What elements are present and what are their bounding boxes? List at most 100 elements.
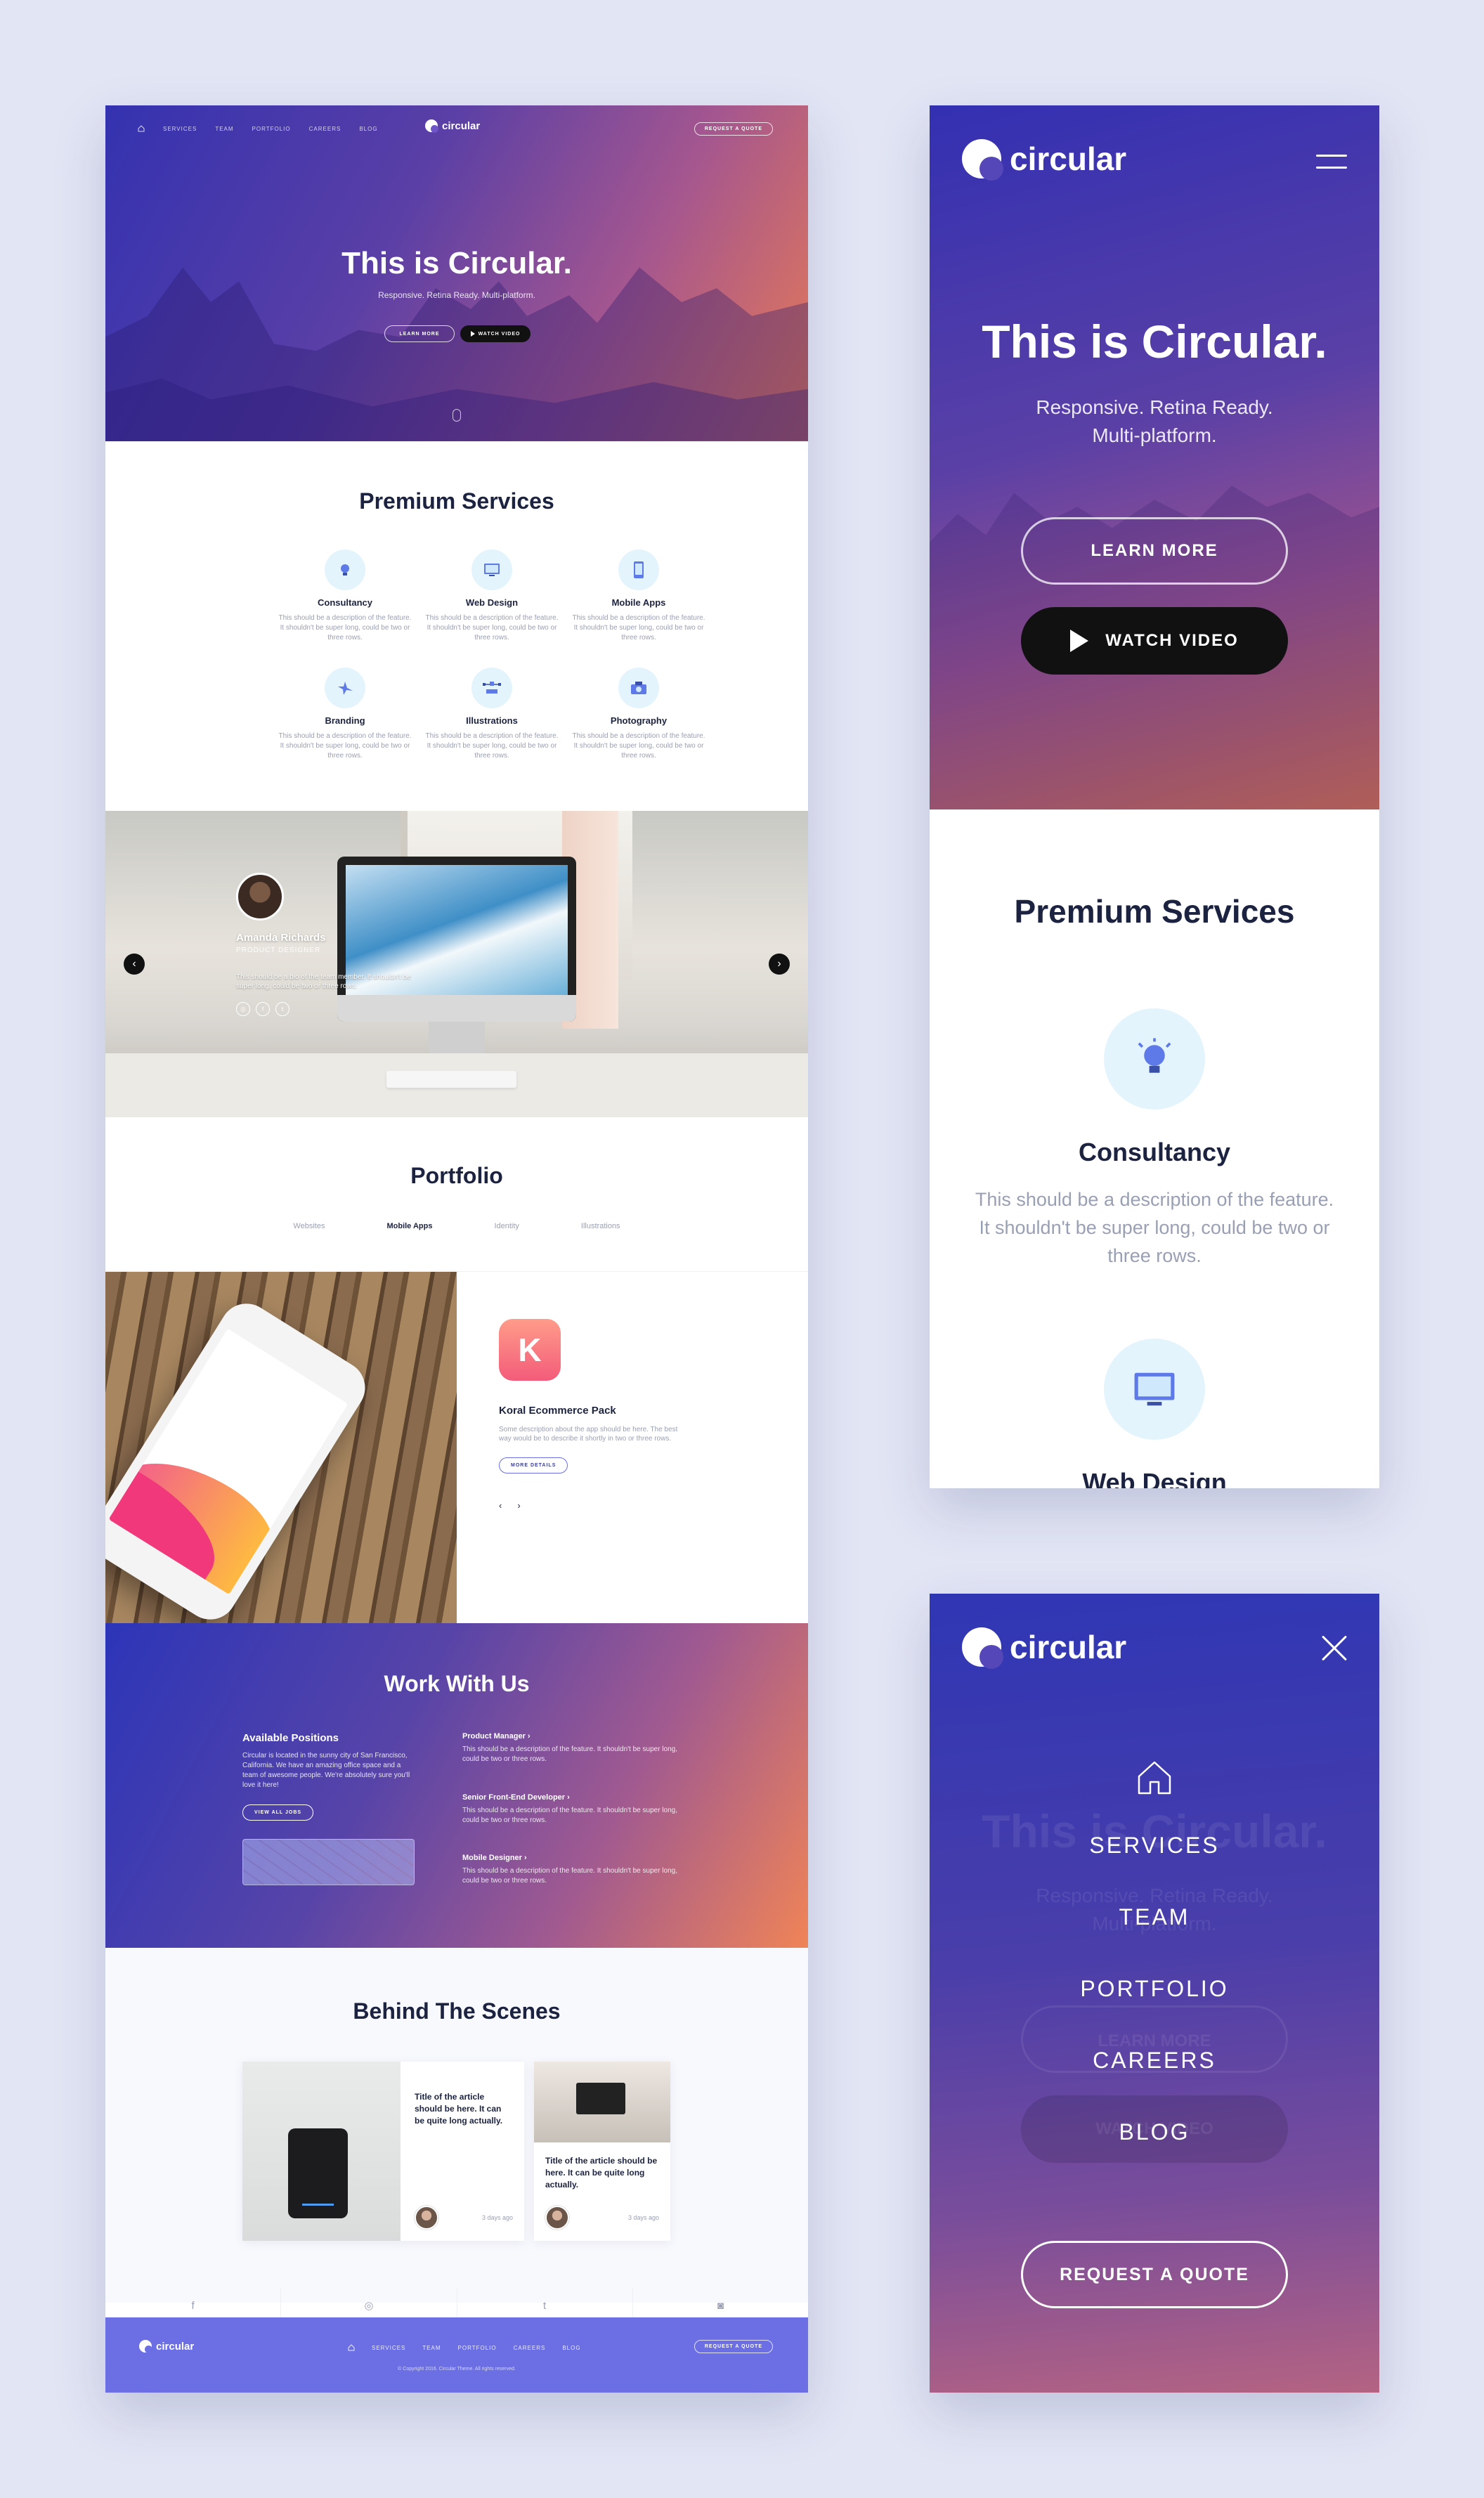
footer-logo[interactable]: circular [139,2340,194,2353]
hero-subtitle: Responsive. Retina Ready. Multi-platform… [1036,396,1273,446]
chevron-left-icon: ‹ [132,958,136,970]
mobile-hero: circular This is Circular. Responsive. R… [930,105,1379,809]
view-all-jobs-button[interactable]: View all jobs [242,1804,314,1821]
play-icon [470,331,475,337]
team-slider: Amanda Richards Product Designer This sh… [105,811,808,1117]
nav-services[interactable]: Services [163,126,197,132]
work-with-us-section: Work With Us Available Positions Circula… [105,1623,808,1948]
service-desc: This should be a description of the feat… [425,614,559,642]
scroll-indicator-icon[interactable] [453,409,461,422]
close-icon[interactable] [1320,1634,1348,1663]
service-desc: This should be a description of the feat… [572,614,705,642]
footer-nav-careers[interactable]: Careers [514,2345,546,2351]
nav-portfolio[interactable]: Portfolio [252,126,291,132]
chevron-right-icon[interactable]: › [517,1500,520,1511]
home-icon[interactable] [138,125,145,132]
dribbble-icon[interactable]: ◎ [236,1002,250,1016]
footer-nav-team[interactable]: Team [422,2345,441,2351]
home-icon[interactable] [348,2344,355,2351]
service-name: Photography [610,715,668,726]
service-web-design: Web Design [972,1339,1337,1488]
nav-team[interactable]: Team [215,126,233,132]
service-web-design: Web Design This should be a description … [425,549,559,643]
article-date: 3 days ago [481,2214,513,2221]
tab-illustrations[interactable]: Illustrations [581,1222,620,1230]
mountains-illustration [930,486,1379,809]
menu-item-blog[interactable]: Blog [930,2096,1379,2168]
logo-icon [425,119,438,133]
job-mobile-designer[interactable]: Mobile Designer › This should be a descr… [462,1854,680,1886]
facebook-icon[interactable]: f [256,1002,270,1016]
portfolio-tabs: Websites Mobile Apps Identity Illustrati… [105,1222,808,1230]
available-positions: Available Positions Circular is located … [242,1732,418,1885]
service-name: Consultancy [1078,1138,1231,1166]
slider-prev-button[interactable]: ‹ [124,954,145,975]
hamburger-menu-icon[interactable] [1316,155,1347,169]
logo-icon [962,139,1003,181]
chevron-left-icon[interactable]: ‹ [499,1500,502,1511]
tab-websites[interactable]: Websites [293,1222,325,1230]
brand-name: circular [156,2340,195,2353]
office-map[interactable] [242,1839,415,1885]
branding-icon [338,682,353,695]
service-desc: This should be a description of the feat… [425,732,559,760]
watch-video-label: Watch video [1105,631,1239,650]
article-date: 3 days ago [627,2214,659,2221]
portfolio-item-desc: Some description about the app should be… [499,1426,678,1443]
brand-logo[interactable]: circular [962,1627,1126,1669]
imac-stand [429,1022,485,1053]
request-quote-button[interactable]: Request a quote [694,122,773,136]
footer-nav-portfolio[interactable]: Portfolio [458,2345,497,2351]
service-desc: This should be a description of the feat… [975,1189,1334,1266]
team-member-name: Amanda Richards [236,932,326,944]
job-senior-frontend[interactable]: Senior Front-End Developer › This should… [462,1793,680,1826]
play-icon [1070,630,1089,652]
nav-careers[interactable]: Careers [309,126,341,132]
team-member-card: Amanda Richards Product Designer This sh… [236,873,419,1016]
logo-icon [139,2340,152,2353]
article-title: Title of the article should be here. It … [545,2156,658,2190]
slider-next-button[interactable]: › [769,954,790,975]
job-product-manager[interactable]: Product Manager › This should be a descr… [462,1732,680,1764]
request-quote-button[interactable]: Request a quote [1021,2241,1288,2308]
mobile-menu-mockup: This is Circular. Responsive. Retina Rea… [930,1594,1379,2393]
job-desc: This should be a description of the feat… [462,1745,677,1763]
brand-logo[interactable]: circular [962,139,1127,181]
learn-more-button[interactable]: Learn more [384,325,455,342]
avatar [236,873,284,921]
footer-request-quote-button[interactable]: Request a quote [694,2340,773,2353]
more-details-button[interactable]: More details [499,1457,568,1474]
keyboard-image [386,1071,516,1088]
brand-name: circular [1010,141,1127,177]
hero-subtitle: Responsive. Retina Ready. Multi-platform… [378,290,535,300]
tab-identity[interactable]: Identity [494,1222,519,1230]
footer-nav-services[interactable]: Services [372,2345,405,2351]
job-title: Mobile Designer [462,1854,522,1862]
home-icon[interactable] [1133,1757,1176,1799]
menu-item-careers[interactable]: Careers [930,2024,1379,2096]
brand-name: circular [442,119,481,132]
job-title: Product Manager [462,1732,526,1741]
footer-nav: Services Team Portfolio Careers Blog [348,2344,581,2351]
menu-item-services[interactable]: Services [930,1809,1379,1881]
hero-section: Services Team Portfolio Careers Blog cir… [105,105,808,441]
service-illustrations: Illustrations This should be a descripti… [425,668,559,761]
menu-item-team[interactable]: Team [930,1881,1379,1953]
footer-nav-blog[interactable]: Blog [562,2345,580,2351]
chevron-right-icon: › [567,1793,570,1802]
learn-more-button[interactable]: Learn more [1021,517,1288,585]
watch-video-button[interactable]: Watch video [460,325,531,342]
lightbulb-icon [1138,1038,1171,1073]
article-card[interactable]: Title of the article should be here. It … [242,2062,524,2241]
tab-mobile-apps[interactable]: Mobile Apps [386,1222,432,1230]
watch-video-button[interactable]: Watch video [1021,607,1288,675]
behind-the-scenes-section: Behind The Scenes Title of the article s… [105,1948,808,2303]
article-card[interactable]: Title of the article should be here. It … [534,2062,670,2241]
desktop-mockup: Services Team Portfolio Careers Blog cir… [105,105,808,2393]
nav-blog[interactable]: Blog [359,126,377,132]
portfolio-image [105,1272,457,1623]
brand-logo[interactable]: circular [425,119,481,133]
twitter-icon[interactable]: t [275,1002,289,1016]
menu-item-portfolio[interactable]: Portfolio [930,1953,1379,2024]
copyright: © Copyright 2016. Circular Theme. All ri… [398,2367,516,2372]
